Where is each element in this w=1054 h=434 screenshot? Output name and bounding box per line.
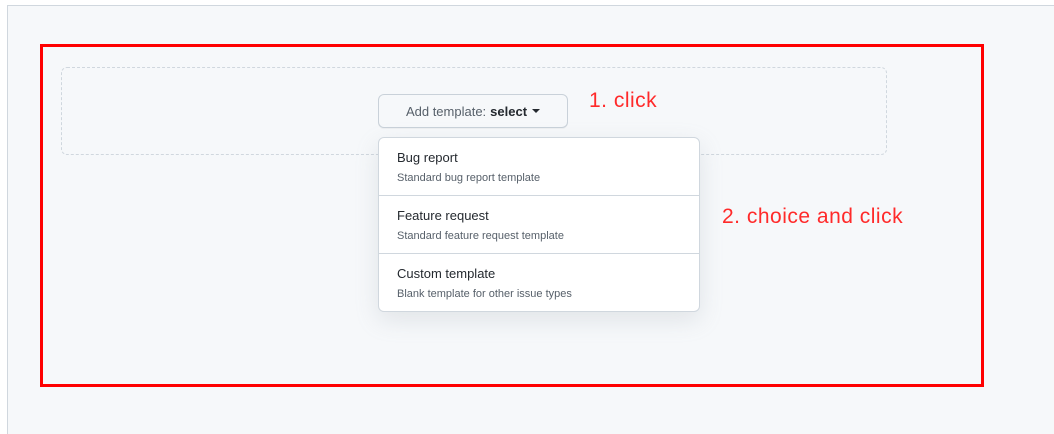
menu-item-bug-report[interactable]: Bug report Standard bug report template <box>379 138 699 196</box>
menu-item-title: Feature request <box>397 208 489 223</box>
menu-item-feature-request[interactable]: Feature request Standard feature request… <box>379 196 699 254</box>
annotation-step-1: 1. click <box>589 89 658 112</box>
menu-item-description: Blank template for other issue types <box>397 288 572 300</box>
template-dropdown-menu: Bug report Standard bug report template … <box>378 137 700 312</box>
add-template-selected: select <box>490 103 528 119</box>
triangle-down-icon <box>532 109 541 113</box>
menu-item-description: Standard bug report template <box>397 172 541 184</box>
add-template-button[interactable]: Add template: select <box>378 94 568 128</box>
menu-item-title: Custom template <box>397 266 496 281</box>
annotation-step-2: 2. choice and click <box>722 205 904 228</box>
menu-item-custom-template[interactable]: Custom template Blank template for other… <box>379 254 699 311</box>
add-template-label: Add template: <box>405 103 487 119</box>
menu-item-title: Bug report <box>397 150 458 165</box>
menu-item-description: Standard feature request template <box>397 230 564 242</box>
